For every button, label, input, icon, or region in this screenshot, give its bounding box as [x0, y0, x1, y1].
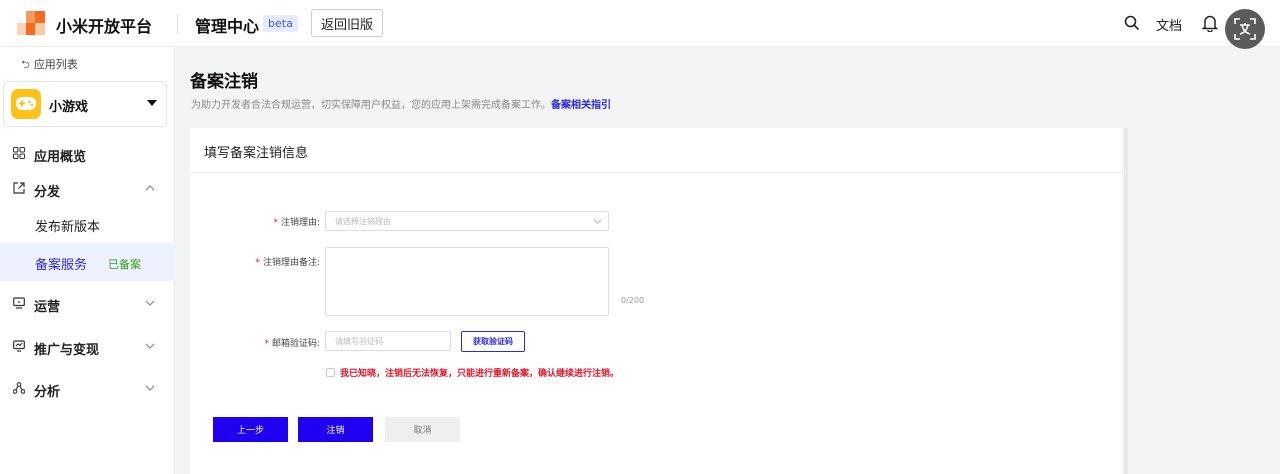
- game-app-icon: [11, 89, 41, 119]
- sidebar-item-label: 运营: [34, 300, 61, 315]
- verification-code-input[interactable]: 请填写验证码: [325, 331, 451, 351]
- sidebar-item-publish-version[interactable]: 发布新版本: [0, 205, 175, 243]
- back-label: 应用列表: [33, 58, 78, 71]
- cancellation-form-card: 填写备案注销信息 * 注销理由: 请选择注销理由 * 注销理由备注: 0/200 *…: [190, 128, 1122, 474]
- sidebar-item-label: 分析: [34, 385, 61, 400]
- required-mark: *: [264, 339, 269, 349]
- remark-char-counter: 0/200: [621, 296, 645, 305]
- sidebar: ⮌ 应用列表 小游戏 应用概览 分发 发布新版本 备案服务 已备案 运营 推广与…: [0, 47, 175, 474]
- remark-textarea[interactable]: [325, 247, 609, 316]
- required-mark: *: [255, 258, 260, 268]
- analysis-icon: [13, 382, 25, 394]
- code-label-text: 邮箱验证码:: [271, 339, 320, 349]
- cancel-button[interactable]: 取消: [385, 417, 460, 442]
- chevron-down-icon: [145, 300, 155, 306]
- docs-link[interactable]: 文档: [1156, 15, 1182, 34]
- description-text: 为助力开发者合法合规运营，切实保障用户权益，您的应用上架需完成备案工作。: [191, 100, 551, 111]
- chevron-down-icon: [145, 385, 155, 391]
- filing-guide-link[interactable]: 备案相关指引: [551, 100, 611, 111]
- chevron-down-icon: [593, 219, 602, 225]
- header-divider: [177, 14, 178, 34]
- app-name: 小游戏: [49, 100, 89, 115]
- remark-label: * 注销理由备注:: [190, 255, 320, 268]
- get-code-button[interactable]: 获取验证码: [461, 331, 525, 352]
- sidebar-item-label: 推广与变现: [34, 343, 100, 358]
- chevron-down-icon: [145, 343, 155, 349]
- sidebar-item-filing-service[interactable]: 备案服务 已备案: [0, 243, 175, 281]
- required-mark: *: [273, 218, 278, 228]
- scrollbar-track[interactable]: [1124, 128, 1128, 474]
- agreement-checkbox[interactable]: [326, 368, 335, 377]
- code-placeholder: 请填写验证码: [335, 337, 383, 346]
- beta-badge: beta: [263, 15, 298, 32]
- search-icon[interactable]: [1124, 15, 1140, 31]
- return-old-version-button[interactable]: 返回旧版: [311, 9, 383, 37]
- brand-title[interactable]: 小米开放平台: [56, 13, 152, 37]
- sidebar-item-label: 发布新版本: [35, 220, 101, 235]
- monitor-icon: [13, 297, 25, 309]
- reason-label: * 注销理由:: [190, 215, 320, 228]
- back-to-app-list[interactable]: ⮌ 应用列表: [21, 56, 78, 75]
- filed-status-tag: 已备案: [108, 258, 141, 271]
- code-label: * 邮箱验证码:: [190, 336, 320, 349]
- promote-icon: [13, 340, 25, 352]
- app-selector[interactable]: 小游戏: [3, 81, 167, 127]
- section-title: 管理中心: [195, 17, 260, 36]
- sidebar-item-label: 应用概览: [34, 150, 87, 165]
- sidebar-item-label: 备案服务: [35, 258, 88, 273]
- cancel-filing-button[interactable]: 注销: [298, 417, 373, 442]
- sidebar-item-operations[interactable]: 运营: [0, 285, 175, 323]
- previous-step-button[interactable]: 上一步: [213, 417, 288, 442]
- mi-logo-icon[interactable]: [17, 11, 45, 35]
- sidebar-item-label: 分发: [34, 185, 61, 200]
- page-description: 为助力开发者合法合规运营，切实保障用户权益，您的应用上架需完成备案工作。备案相关…: [191, 96, 611, 111]
- grid-icon: [13, 147, 25, 159]
- page-title: 备案注销: [190, 72, 258, 92]
- sidebar-item-analysis[interactable]: 分析: [0, 370, 175, 408]
- card-title: 填写备案注销信息: [204, 146, 309, 161]
- card-header: 填写备案注销信息: [190, 128, 1122, 173]
- caret-down-icon: [147, 100, 157, 106]
- chevron-up-icon: [145, 185, 155, 191]
- bell-icon[interactable]: [1202, 14, 1218, 32]
- agreement-text: 我已知晓，注销后无法恢复，只能进行重新备案，确认继续进行注销。: [340, 369, 620, 379]
- sidebar-item-distribution[interactable]: 分发: [0, 170, 175, 208]
- back-arrow-icon: ⮌: [21, 58, 30, 71]
- remark-label-text: 注销理由备注:: [262, 258, 320, 268]
- sidebar-item-promotion[interactable]: 推广与变现: [0, 328, 175, 366]
- reason-label-text: 注销理由:: [280, 218, 320, 228]
- translate-icon: [1234, 18, 1256, 40]
- share-icon: [13, 182, 25, 194]
- sidebar-item-overview[interactable]: 应用概览: [0, 135, 175, 173]
- top-bar: 小米开放平台 管理中心 beta 返回旧版 文档: [0, 0, 1280, 49]
- reason-placeholder: 请选择注销理由: [335, 217, 391, 226]
- translate-button[interactable]: [1225, 9, 1265, 49]
- reason-select[interactable]: 请选择注销理由: [325, 211, 609, 231]
